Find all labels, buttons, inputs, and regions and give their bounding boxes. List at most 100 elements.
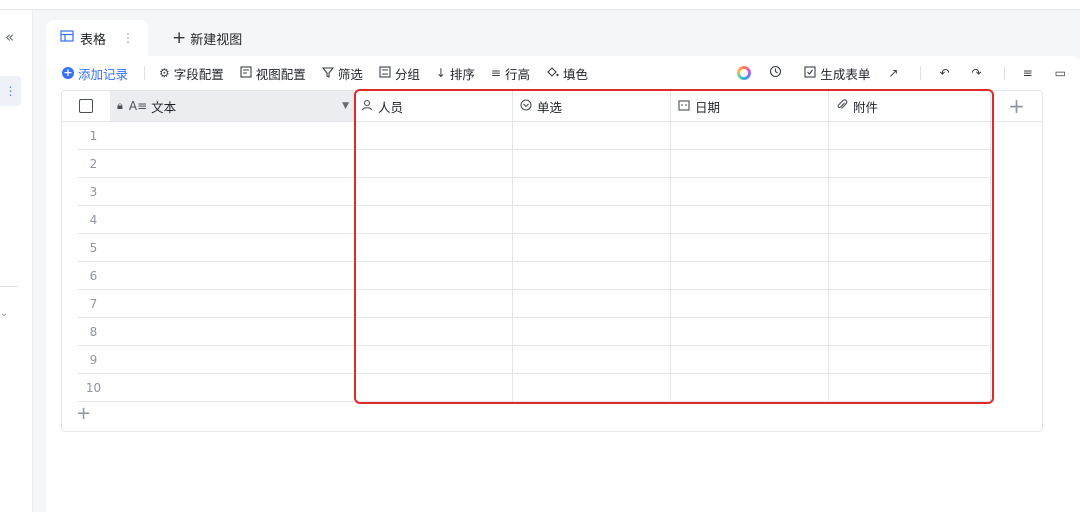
tab-table[interactable]: 表格 ⋮	[46, 20, 149, 56]
toolbar-divider-right	[920, 66, 922, 80]
column-header-person[interactable]: 人员	[354, 91, 513, 122]
group-button[interactable]: 分组	[379, 64, 420, 83]
cell-person[interactable]	[354, 262, 513, 290]
table-panel: + 添加记录 ⚙ 字段配置 视图配置 筛选 分组 ↓ 排序 ≡ 行高 填色 生成…	[46, 56, 1080, 512]
cell-attachment[interactable]	[829, 150, 991, 178]
add-row-button[interactable]: +	[76, 403, 91, 424]
cell-text[interactable]	[110, 374, 354, 402]
field-config-button[interactable]: ⚙ 字段配置	[159, 64, 224, 83]
resize-handle-icon[interactable]: ⌄	[0, 308, 8, 319]
cell-person[interactable]	[354, 234, 513, 262]
add-circle-icon: +	[62, 66, 74, 79]
generate-form-button[interactable]: 生成表单	[804, 64, 870, 83]
new-view-button[interactable]: + 新建视图	[148, 20, 256, 56]
cell-text[interactable]	[110, 150, 354, 178]
cell-single-select[interactable]	[513, 262, 671, 290]
cell-single-select[interactable]	[513, 206, 671, 234]
cell-single-select[interactable]	[513, 150, 671, 178]
more-icon[interactable]: ⋮	[0, 76, 21, 106]
cell-attachment[interactable]	[829, 374, 991, 402]
sort-button[interactable]: ↓ 排序	[436, 64, 475, 83]
cell-person[interactable]	[354, 122, 513, 150]
cell-person[interactable]	[354, 346, 513, 374]
view-config-button[interactable]: 视图配置	[240, 64, 306, 83]
cell-single-select[interactable]	[513, 234, 671, 262]
cell-attachment[interactable]	[829, 178, 991, 206]
cell-text[interactable]	[110, 178, 354, 206]
cell-date[interactable]	[671, 234, 829, 262]
cell-attachment[interactable]	[829, 206, 991, 234]
cell-attachment[interactable]	[829, 262, 991, 290]
add-column-button[interactable]: +	[991, 91, 1042, 122]
top-bar	[0, 0, 1080, 10]
toolbar: + 添加记录 ⚙ 字段配置 视图配置 筛选 分组 ↓ 排序 ≡ 行高 填色 生成…	[62, 56, 1070, 90]
search-button[interactable]: ≡	[1023, 66, 1037, 80]
dropdown-caret-icon[interactable]: ▼	[342, 101, 349, 111]
cell-text[interactable]	[110, 262, 354, 290]
cell-person[interactable]	[354, 318, 513, 346]
row-number: 4	[89, 213, 98, 227]
cell-attachment[interactable]	[829, 318, 991, 346]
cell-date[interactable]	[671, 318, 829, 346]
table-row: 3	[77, 178, 991, 206]
cell-date[interactable]	[671, 178, 829, 206]
table-row: 6	[77, 262, 991, 290]
cell-text[interactable]	[110, 206, 354, 234]
cell-date[interactable]	[671, 262, 829, 290]
cell-person[interactable]	[354, 178, 513, 206]
column-header-date[interactable]: 日期	[671, 91, 829, 122]
cell-person[interactable]	[354, 206, 513, 234]
fill-color-label: 填色	[563, 66, 589, 82]
cell-single-select[interactable]	[513, 122, 671, 150]
redo-button[interactable]: ↷	[972, 66, 986, 80]
filter-button[interactable]: 筛选	[321, 64, 363, 83]
person-icon	[361, 99, 373, 114]
cell-single-select[interactable]	[513, 178, 671, 206]
cell-text[interactable]	[110, 234, 354, 262]
cell-date[interactable]	[671, 374, 829, 402]
automation-button[interactable]	[769, 65, 786, 81]
cell-date[interactable]	[671, 290, 829, 318]
column-header-single-select[interactable]: 单选	[513, 91, 671, 122]
row-number: 6	[89, 269, 98, 283]
cell-text[interactable]	[110, 290, 354, 318]
cell-attachment[interactable]	[829, 122, 991, 150]
fill-color-button[interactable]: 填色	[546, 64, 588, 83]
cell-date[interactable]	[671, 122, 829, 150]
share-button[interactable]: ↗	[888, 66, 902, 80]
cell-person[interactable]	[354, 150, 513, 178]
cell-date[interactable]	[671, 346, 829, 374]
column-header-attachment[interactable]: 附件	[829, 91, 991, 122]
add-record-label: 添加记录	[78, 66, 129, 82]
cell-person[interactable]	[354, 374, 513, 402]
cell-single-select[interactable]	[513, 374, 671, 402]
clock-icon	[769, 65, 782, 81]
select-all-checkbox[interactable]	[79, 99, 93, 113]
cell-single-select[interactable]	[513, 318, 671, 346]
cell-single-select[interactable]	[513, 346, 671, 374]
tab-more-icon[interactable]: ⋮	[122, 31, 134, 45]
cell-date[interactable]	[671, 206, 829, 234]
comment-button[interactable]: ▭	[1055, 66, 1070, 80]
row-number: 10	[85, 381, 102, 395]
cell-single-select[interactable]	[513, 290, 671, 318]
search-list-icon: ≡	[1022, 66, 1033, 80]
cell-attachment[interactable]	[829, 290, 991, 318]
cell-attachment[interactable]	[829, 346, 991, 374]
cell-attachment[interactable]	[829, 234, 991, 262]
select-all-header	[62, 91, 110, 122]
ai-assistant-button[interactable]	[737, 66, 752, 80]
row-number: 7	[89, 297, 98, 311]
row-height-button[interactable]: ≡ 行高	[491, 64, 530, 83]
view-config-icon	[240, 65, 252, 81]
cell-person[interactable]	[354, 290, 513, 318]
undo-button[interactable]: ↶	[939, 66, 953, 80]
cell-date[interactable]	[671, 150, 829, 178]
cell-text[interactable]	[110, 346, 354, 374]
column-header-text[interactable]: 🔒︎ A≡ 文本 ▼	[110, 91, 354, 122]
group-icon	[379, 65, 391, 81]
cell-text[interactable]	[110, 122, 354, 150]
cell-text[interactable]	[110, 318, 354, 346]
add-record-button[interactable]: + 添加记录	[62, 64, 128, 83]
collapse-sidebar-icon[interactable]: «	[5, 28, 21, 46]
